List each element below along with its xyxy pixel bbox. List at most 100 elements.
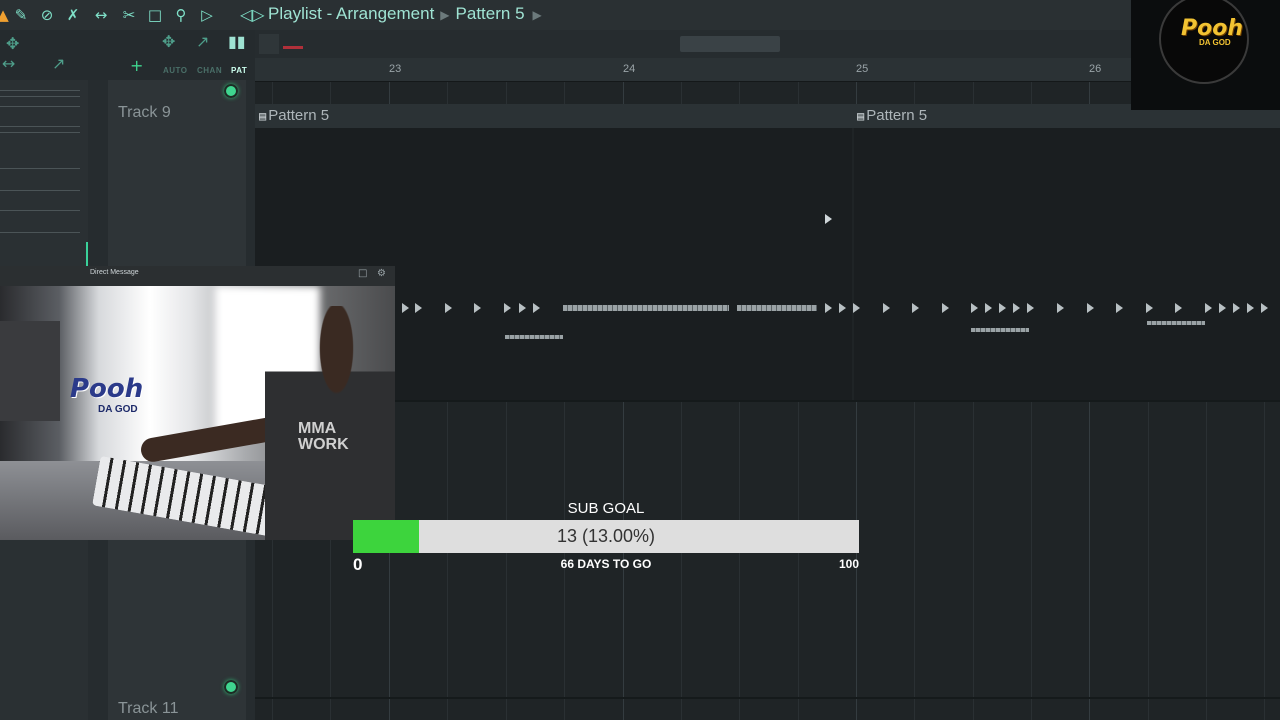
timeline-ruler[interactable]: 23 24 25 26 <box>255 58 1131 82</box>
track-mute-led[interactable] <box>224 680 238 694</box>
track-mute-led[interactable] <box>224 84 238 98</box>
piano-icon[interactable]: ▮▮ <box>228 32 246 51</box>
bar-number: 23 <box>389 63 402 75</box>
sub-goal-title: SUB GOAL <box>567 500 645 517</box>
note-marker <box>971 303 978 313</box>
note-marker <box>942 303 949 313</box>
note-marker <box>853 303 860 313</box>
sub-goal-value: 13 (13.00%) <box>556 526 656 546</box>
sub-goal-progress-bar: 13 (13.00%) <box>353 520 859 553</box>
pattern-badge-icon: ▤ <box>857 109 865 123</box>
picker-row[interactable] <box>0 106 80 107</box>
note-marker <box>1057 303 1064 313</box>
picker-row[interactable] <box>0 190 80 191</box>
pattern-selector[interactable]: Pattern 5 <box>456 4 525 23</box>
slip-icon[interactable]: ↔ <box>92 6 110 24</box>
playback-icon[interactable]: ▷ <box>198 6 216 24</box>
channel-logo: Pooh DA GOD <box>1131 0 1280 110</box>
settings-icon[interactable]: ⚙ <box>377 268 386 279</box>
note-marker <box>839 303 846 313</box>
magnet-icon[interactable]: ▲ <box>0 6 12 24</box>
note-run <box>1147 321 1205 325</box>
expand-icon[interactable]: ↔ <box>2 54 15 73</box>
move-icon[interactable]: ✥ <box>162 32 175 51</box>
webcam-logo-text: Pooh <box>70 374 144 404</box>
picker-row[interactable] <box>0 96 80 97</box>
webcam-titlebar: Direct Message □ ⚙ <box>0 266 395 286</box>
note-marker <box>415 303 422 313</box>
tool-crosshair-icon[interactable]: ✥ <box>6 34 19 53</box>
scroll-left-button[interactable] <box>259 34 279 54</box>
picker-row[interactable] <box>0 90 80 91</box>
webcam-logo-subtext: DA GOD <box>98 404 138 415</box>
pattern-chevron-icon[interactable]: ▶ <box>533 8 542 22</box>
note-run <box>971 328 1029 332</box>
bar-number: 24 <box>623 63 636 75</box>
mode-pat[interactable]: PAT <box>231 66 247 75</box>
note-marker <box>999 303 1006 313</box>
picker-row[interactable] <box>0 132 80 133</box>
mode-chan[interactable]: CHAN <box>197 66 222 75</box>
note-marker <box>504 303 511 313</box>
picker-row[interactable] <box>0 168 80 169</box>
picker-row[interactable] <box>0 232 80 233</box>
track-name[interactable]: Track 11 <box>118 700 178 718</box>
bar-number: 26 <box>1089 63 1102 75</box>
logo-subtext: DA GOD <box>1199 38 1231 47</box>
pattern-clip-label: Pattern 5 <box>268 107 330 124</box>
note-marker <box>985 303 992 313</box>
note-marker <box>474 303 481 313</box>
horizontal-scrollbar[interactable] <box>255 30 1131 58</box>
pattern-clip-label: Pattern 5 <box>866 107 928 124</box>
note-marker <box>533 303 540 313</box>
webcam-feed: MMA WORK Pooh DA GOD <box>0 286 395 540</box>
note-run <box>563 305 729 311</box>
note-marker <box>1261 303 1268 313</box>
mouse-cursor-icon <box>825 214 832 224</box>
window-title: Playlist - Arrangement ▶ Pattern 5 ▶ <box>268 4 542 24</box>
note-marker <box>912 303 919 313</box>
note-marker <box>1027 303 1034 313</box>
pattern-clip-header[interactable]: ▤ Pattern 5 <box>255 104 853 128</box>
picker-row[interactable] <box>0 210 80 211</box>
playlist-toolbar: ▲ ✎ ⊘ ✗ ↔ ✂ □ ⚲ ▷ ◁▷ Playlist - Arrangem… <box>0 0 1280 30</box>
note-marker <box>1146 303 1153 313</box>
note-marker <box>1205 303 1212 313</box>
webcam-shelf <box>0 321 60 421</box>
delete-icon[interactable]: ⊘ <box>38 6 56 24</box>
track-name[interactable]: Track 9 <box>118 104 171 122</box>
note-marker <box>1013 303 1020 313</box>
zoom-icon[interactable]: ⚲ <box>172 6 190 24</box>
note-run <box>737 305 817 311</box>
draw-icon[interactable]: ✎ <box>12 6 30 24</box>
slice-icon[interactable]: ✂ <box>120 6 138 24</box>
scrollbar-thumb[interactable] <box>680 36 780 52</box>
pencil-icon[interactable]: ↗ <box>52 54 65 73</box>
link-icon[interactable]: ↗ <box>196 32 209 51</box>
note-marker <box>1219 303 1226 313</box>
note-marker <box>1116 303 1123 313</box>
mute-icon[interactable]: ✗ <box>64 6 82 24</box>
playhead-marker <box>283 46 303 49</box>
note-marker <box>1087 303 1094 313</box>
note-run <box>505 335 563 339</box>
note-marker <box>825 303 832 313</box>
pattern-badge-icon: ▤ <box>259 109 267 123</box>
playlist-secondary-toolbar: ✥ ✥ ↗ ▮▮ ↔ ↗ + AUTO CHAN PAT <box>0 30 255 80</box>
note-marker <box>1233 303 1240 313</box>
note-marker <box>402 303 409 313</box>
breadcrumb-separator-icon: ▶ <box>440 8 450 22</box>
select-icon[interactable]: □ <box>146 6 164 24</box>
note-marker <box>445 303 452 313</box>
add-track-icon[interactable]: + <box>130 56 143 75</box>
bar-number: 25 <box>856 63 869 75</box>
mode-auto[interactable]: AUTO <box>163 66 188 75</box>
pattern-clip-body[interactable] <box>854 128 1280 400</box>
picker-row[interactable] <box>0 126 80 127</box>
playlist-grid[interactable]: ▤ Pattern 5 ▤ Pattern 5 <box>255 82 1280 720</box>
window-title-text: Playlist - Arrangement <box>268 4 435 23</box>
window-menu-arrow-icon[interactable]: ◁▷ <box>240 5 265 24</box>
sub-goal-max: 100 <box>838 557 859 571</box>
minimize-icon[interactable]: □ <box>358 268 367 279</box>
note-marker <box>1175 303 1182 313</box>
